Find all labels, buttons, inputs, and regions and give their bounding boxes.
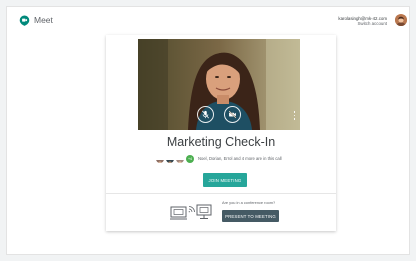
participant-avatar (156, 155, 164, 163)
present-to-meeting-button[interactable]: PRESENT TO MEETING (222, 210, 279, 222)
camera-preview (138, 39, 300, 130)
participants-row: +4 Noel, Dorian, Errol and 4 more are in… (156, 154, 282, 163)
top-bar: Meet karolasingh@mk-42.com Switch accoun… (7, 7, 409, 33)
account-info[interactable]: karolasingh@mk-42.com Switch account (338, 16, 387, 26)
participants-text: Noel, Dorian, Errol and 4 more are in th… (198, 156, 282, 161)
meeting-title: Marketing Check-In (166, 135, 276, 149)
camera-off-icon (228, 110, 237, 119)
app-name: Meet (34, 15, 53, 25)
participant-avatar (166, 155, 174, 163)
more-participants-badge: +4 (186, 154, 194, 163)
more-options-button[interactable] (293, 111, 296, 120)
conference-room-icon (170, 204, 212, 220)
join-meeting-button[interactable]: JOIN MEETING (203, 173, 247, 187)
account-avatar[interactable] (395, 14, 407, 26)
conference-room-question: Are you in a conference room? (222, 200, 276, 205)
divider (106, 193, 336, 194)
mic-toggle-button[interactable] (197, 106, 214, 123)
switch-account-link[interactable]: Switch account (338, 21, 387, 26)
participant-avatar (176, 155, 184, 163)
meet-logo-icon[interactable] (19, 15, 30, 26)
join-card: Marketing Check-In +4 Noel, Dorian, Erro… (106, 35, 336, 231)
camera-toggle-button[interactable] (224, 106, 241, 123)
mic-off-icon (202, 110, 209, 119)
more-vert-icon (293, 111, 296, 113)
app-window: Meet karolasingh@mk-42.com Switch accoun… (6, 6, 410, 255)
